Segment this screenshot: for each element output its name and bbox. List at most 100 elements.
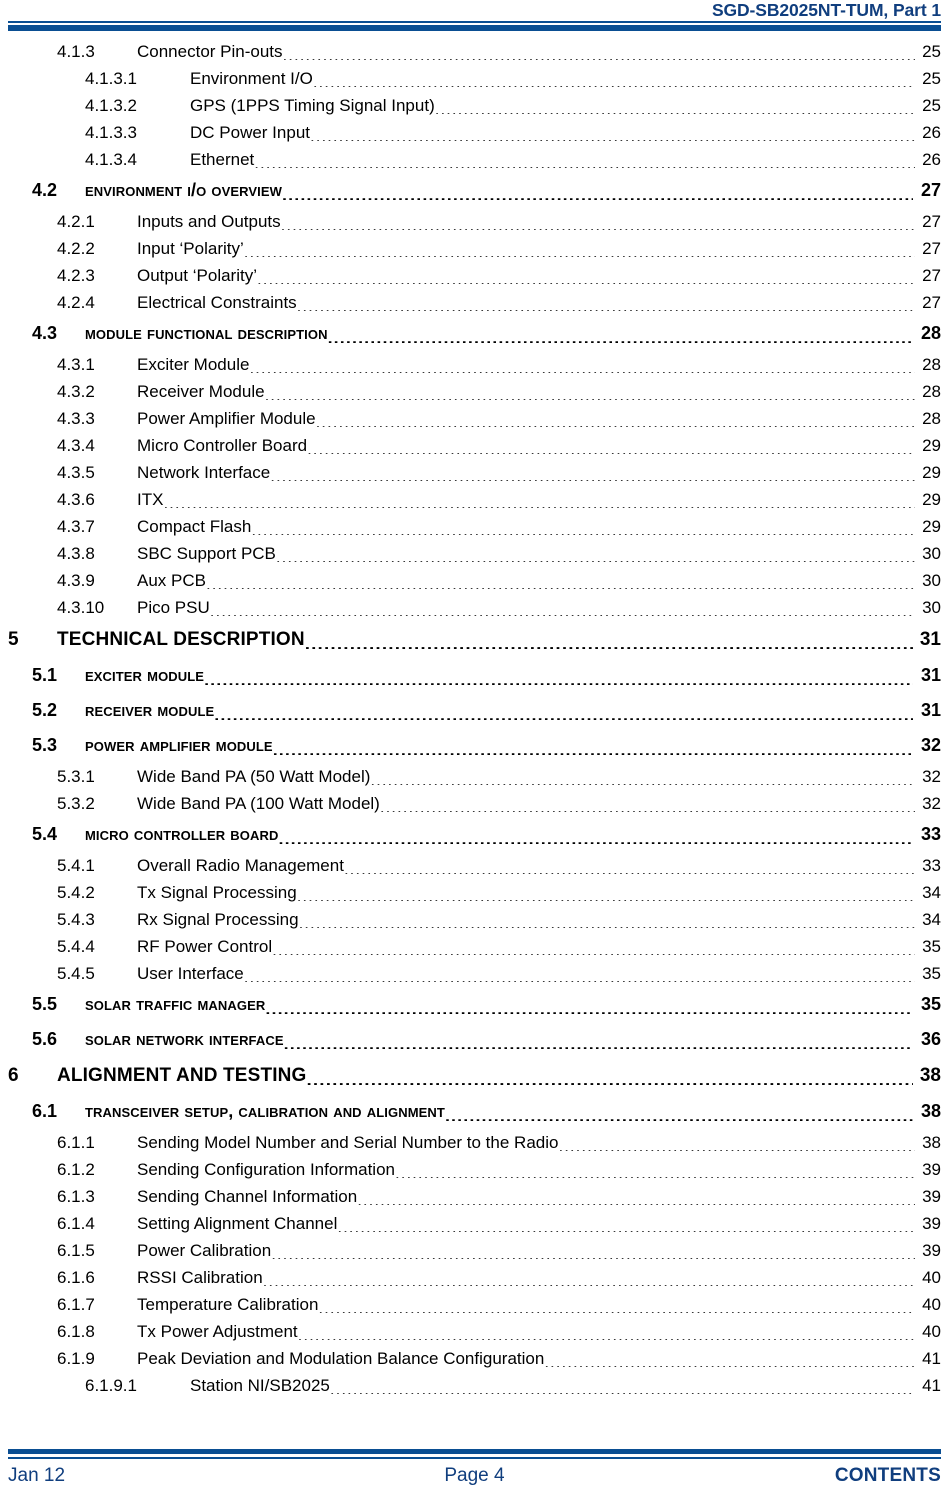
toc-entry[interactable]: 5.2 Receiver Module 31 [8, 693, 941, 728]
toc-entry[interactable]: 5 TECHNICAL DESCRIPTION 31 [8, 621, 941, 658]
toc-entry-number: 4.2.4 [57, 292, 95, 312]
toc-entry[interactable]: 6.1.7 Temperature Calibration 40 [8, 1291, 941, 1318]
toc-entry[interactable]: 6 ALIGNMENT AND TESTING 38 [8, 1057, 941, 1094]
toc-entry[interactable]: 6.1.9 Peak Deviation and Modulation Balan… [8, 1345, 941, 1372]
toc-entry[interactable]: 4.1.3.4 Ethernet 26 [8, 146, 941, 173]
toc-dot-leader [251, 518, 915, 535]
toc-entry-page-number: 34 [922, 882, 941, 902]
toc-entry-label: Sending Channel Information [137, 1186, 358, 1206]
footer-row: Jan 12 Page 4 CONTENTS [8, 1465, 941, 1487]
toc-dot-leader [263, 1269, 915, 1286]
toc-entry[interactable]: 4.2.4 Electrical Constraints 27 [8, 289, 941, 316]
footer-divider-thin-line [8, 1457, 941, 1459]
toc-dot-leader [357, 1188, 915, 1205]
toc-entry-page-number: 31 [920, 700, 941, 720]
toc-entry[interactable]: 5.5 Solar Traffic Manager 35 [8, 987, 941, 1022]
toc-entry-number: 4.2.3 [57, 265, 95, 285]
toc-entry[interactable]: 4.3.10 Pico PSU 30 [8, 594, 941, 621]
toc-entry[interactable]: 4.1.3.1 Environment I/O 25 [8, 65, 941, 92]
toc-entry-page-number: 28 [920, 323, 941, 343]
toc-entry-page-number: 25 [922, 95, 941, 115]
toc-entry[interactable]: 6.1.6 RSSI Calibration 40 [8, 1264, 941, 1291]
toc-entry[interactable]: 4.3.3 Power Amplifier Module 28 [8, 405, 941, 432]
toc-entry[interactable]: 4.3.1 Exciter Module 28 [8, 351, 941, 378]
toc-entry[interactable]: 4.2.3 Output ‘Polarity’ 27 [8, 262, 941, 289]
toc-entry-page-number: 34 [922, 909, 941, 929]
toc-entry[interactable]: 5.4.3 Rx Signal Processing 34 [8, 906, 941, 933]
toc-entry[interactable]: 6.1.2 Sending Configuration Information 39 [8, 1156, 941, 1183]
toc-entry-number: 6.1.2 [57, 1159, 95, 1179]
toc-entry-number: 6.1.4 [57, 1213, 95, 1233]
toc-entry-number: 4.3.6 [57, 489, 95, 509]
toc-dot-leader [283, 43, 915, 60]
toc-entry-label: Micro Controller Board [137, 435, 308, 455]
toc-entry[interactable]: 4.2.2 Input ‘Polarity’ 27 [8, 235, 941, 262]
toc-entry-label: Overall Radio Management [137, 855, 344, 875]
toc-entry[interactable]: 4.3.2 Receiver Module 28 [8, 378, 941, 405]
toc-dot-leader [270, 464, 915, 481]
toc-entry-label: Receiver Module [137, 381, 265, 401]
toc-entry[interactable]: 5.1 Exciter Module 31 [8, 658, 941, 693]
toc-entry[interactable]: 4.3.9 Aux PCB 30 [8, 567, 941, 594]
toc-entry-number: 6.1.1 [57, 1132, 95, 1152]
toc-entry-page-number: 38 [919, 1065, 941, 1086]
toc-dot-leader [276, 545, 915, 562]
toc-dot-leader [306, 1066, 913, 1085]
toc-entry-page-number: 41 [922, 1375, 941, 1395]
toc-entry[interactable]: 4.2.1 Inputs and Outputs 27 [8, 208, 941, 235]
toc-entry[interactable]: 5.3.1 Wide Band PA (50 Watt Model) 32 [8, 763, 941, 790]
toc-entry[interactable]: 6.1.8 Tx Power Adjustment 40 [8, 1318, 941, 1345]
toc-entry-number: 4.3 [32, 323, 58, 343]
toc-entry[interactable]: 4.1.3.2 GPS (1PPS Timing Signal Input) 25 [8, 92, 941, 119]
toc-entry[interactable]: 5.6 Solar Network Interface 36 [8, 1022, 941, 1057]
toc-entry[interactable]: 4.3.8 SBC Support PCB 30 [8, 540, 941, 567]
toc-entry[interactable]: 5.3.2 Wide Band PA (100 Watt Model) 32 [8, 790, 941, 817]
toc-entry[interactable]: 6.1.9.1 Station NI/SB2025 41 [8, 1372, 941, 1399]
toc-entry[interactable]: 5.4.1 Overall Radio Management 33 [8, 852, 941, 879]
toc-entry[interactable]: 6.1.1 Sending Model Number and Serial Num… [8, 1129, 941, 1156]
toc-entry[interactable]: 5.4.2 Tx Signal Processing 34 [8, 879, 941, 906]
toc-entry-label: Wide Band PA (50 Watt Model) [137, 766, 371, 786]
toc-entry[interactable]: 4.3 Module Functional Description 28 [8, 316, 941, 351]
toc-entry[interactable]: 6.1.4 Setting Alignment Channel 39 [8, 1210, 941, 1237]
toc-dot-leader [328, 325, 913, 343]
toc-entry-page-number: 25 [922, 68, 941, 88]
toc-entry[interactable]: 5.3 Power Amplifier Module 32 [8, 728, 941, 763]
toc-dot-leader [214, 702, 913, 720]
page-header: SGD-SB2025NT-TUM, Part 1 [8, 0, 941, 34]
toc-entry-label: Solar Traffic Manager [85, 994, 266, 1014]
toc-entry-page-number: 29 [922, 462, 941, 482]
toc-entry-label: Transceiver Setup, Calibration and Align… [85, 1101, 445, 1121]
toc-entry-number: 5.5 [32, 994, 58, 1014]
toc-entry[interactable]: 5.4.4 RF Power Control 35 [8, 933, 941, 960]
toc-entry[interactable]: 6.1.5 Power Calibration 39 [8, 1237, 941, 1264]
toc-entry[interactable]: 4.2 Environment I/O Overview 27 [8, 173, 941, 208]
toc-entry[interactable]: 5.4 Micro Controller Board 33 [8, 817, 941, 852]
toc-entry[interactable]: 4.1.3 Connector Pin-outs 25 [8, 38, 941, 65]
toc-entry-page-number: 38 [922, 1132, 941, 1152]
toc-entry-page-number: 26 [922, 122, 941, 142]
toc-dot-leader [318, 1296, 915, 1313]
toc-entry-number: 5.4.2 [57, 882, 95, 902]
toc-entry-label: RF Power Control [137, 936, 273, 956]
toc-entry[interactable]: 6.1 Transceiver Setup, Calibration and Al… [8, 1094, 941, 1129]
toc-entry-number: 4.3.1 [57, 354, 95, 374]
toc-entry-page-number: 27 [922, 265, 941, 285]
toc-entry[interactable]: 4.3.5 Network Interface 29 [8, 459, 941, 486]
toc-entry-number: 5 [8, 629, 19, 650]
toc-entry[interactable]: 5.4.5 User Interface 35 [8, 960, 941, 987]
toc-entry-label: Tx Signal Processing [137, 882, 297, 902]
header-divider [8, 21, 941, 31]
toc-entry[interactable]: 4.3.4 Micro Controller Board 29 [8, 432, 941, 459]
toc-entry[interactable]: 4.1.3.3 DC Power Input 26 [8, 119, 941, 146]
toc-entry[interactable]: 6.1.3 Sending Channel Information 39 [8, 1183, 941, 1210]
toc-entry-label: Peak Deviation and Modulation Balance Co… [137, 1348, 545, 1368]
toc-dot-leader [313, 70, 915, 87]
toc-entry-label: Tx Power Adjustment [137, 1321, 298, 1341]
toc-dot-leader [380, 795, 915, 812]
toc-entry[interactable]: 4.3.6 ITX 29 [8, 486, 941, 513]
toc-entry-label: User Interface [137, 963, 244, 983]
toc-entry-page-number: 39 [922, 1240, 941, 1260]
toc-entry-label: Micro Controller Board [85, 824, 279, 844]
toc-entry[interactable]: 4.3.7 Compact Flash 29 [8, 513, 941, 540]
